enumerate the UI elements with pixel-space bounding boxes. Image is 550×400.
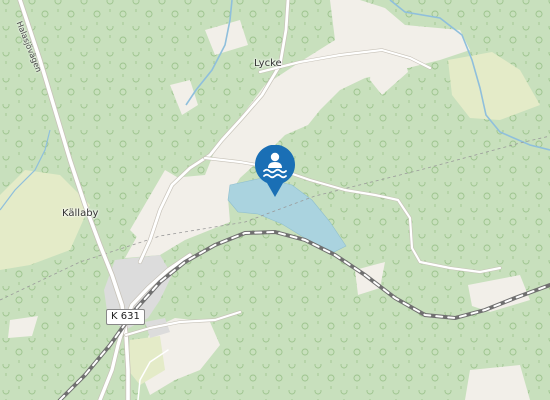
place-label-lycke: Lycke xyxy=(254,58,282,69)
open-land-southeast xyxy=(465,365,530,400)
place-label-kallaby: Källaby xyxy=(62,208,99,219)
map-canvas[interactable]: Lycke Källaby Halasjövägen K 631 xyxy=(0,0,550,400)
swimming-icon xyxy=(255,145,295,197)
route-shield-k631: K 631 xyxy=(106,309,145,325)
swimming-location-marker[interactable] xyxy=(253,145,297,199)
